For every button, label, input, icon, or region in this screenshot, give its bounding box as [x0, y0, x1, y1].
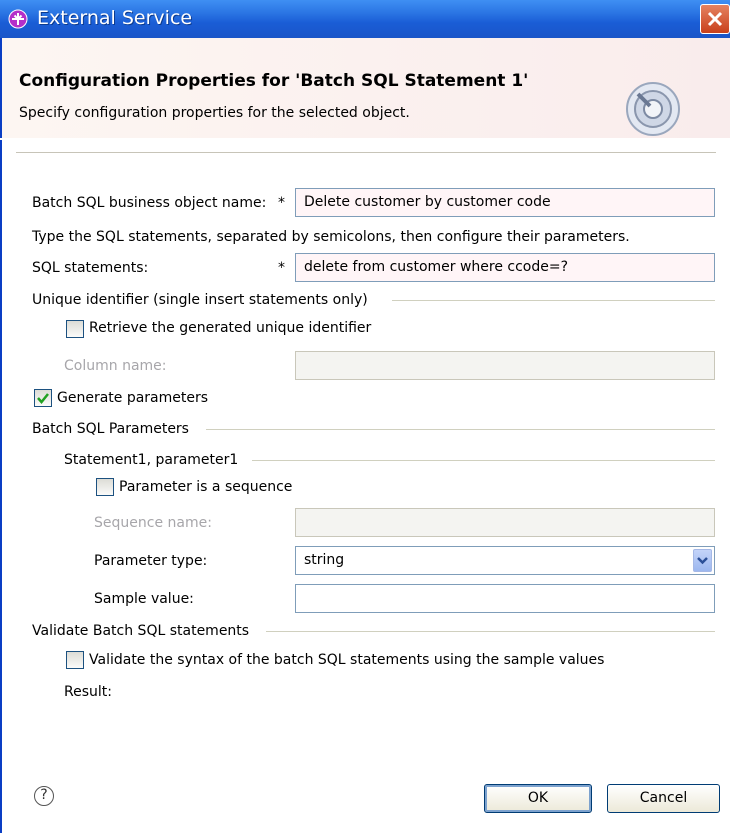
- generate-parameters-label[interactable]: Generate parameters: [57, 390, 208, 406]
- parameter-sequence-label[interactable]: Parameter is a sequence: [119, 479, 292, 495]
- group-divider: [266, 631, 715, 632]
- banner-separator: [16, 152, 716, 153]
- sql-statements-field[interactable]: delete from customer where ccode=?: [295, 253, 715, 282]
- result-label: Result:: [64, 684, 112, 700]
- column-name-label: Column name:: [64, 358, 167, 374]
- dropdown-button[interactable]: [693, 549, 712, 572]
- group-divider: [252, 460, 715, 461]
- generate-parameters-checkbox[interactable]: [34, 389, 52, 407]
- checkmark-icon: [37, 393, 49, 404]
- sample-value-label: Sample value:: [94, 591, 194, 607]
- banner-title: Configuration Properties for 'Batch SQL …: [19, 71, 529, 91]
- chevron-down-icon: [697, 557, 708, 565]
- column-name-field: [295, 351, 715, 380]
- instructions-text: Type the SQL statements, separated by se…: [32, 229, 630, 245]
- close-button[interactable]: [700, 4, 730, 34]
- statement-parameter-group-label: Statement1, parameter1: [64, 452, 239, 468]
- retrieve-identifier-checkbox[interactable]: [66, 320, 84, 338]
- group-divider: [392, 300, 715, 301]
- group-divider: [206, 429, 715, 430]
- required-marker: *: [278, 260, 285, 276]
- unique-identifier-group-label: Unique identifier (single insert stateme…: [32, 292, 368, 308]
- title-bar: External Service: [0, 0, 730, 38]
- validate-syntax-checkbox[interactable]: [66, 651, 84, 669]
- parameter-type-value: string: [304, 552, 345, 568]
- sql-statements-label: SQL statements:: [32, 260, 149, 276]
- retrieve-identifier-label[interactable]: Retrieve the generated unique identifier: [89, 320, 371, 336]
- banner-description: Specify configuration properties for the…: [19, 105, 410, 121]
- sequence-name-field: [295, 508, 715, 537]
- batch-sql-parameters-group-label: Batch SQL Parameters: [32, 421, 189, 437]
- validate-group-label: Validate Batch SQL statements: [32, 623, 250, 639]
- help-icon[interactable]: ?: [34, 786, 54, 806]
- cancel-button[interactable]: Cancel: [607, 784, 720, 813]
- bo-name-field[interactable]: Delete customer by customer code: [295, 188, 715, 217]
- sample-value-field[interactable]: [295, 584, 715, 613]
- parameter-type-label: Parameter type:: [94, 553, 208, 569]
- required-marker: *: [278, 195, 285, 211]
- external-service-icon: [8, 9, 28, 29]
- parameter-sequence-checkbox[interactable]: [96, 478, 114, 496]
- window-title: External Service: [37, 7, 193, 29]
- parameter-type-select[interactable]: string: [295, 546, 715, 575]
- close-icon: [707, 11, 723, 27]
- header-banner: Configuration Properties for 'Batch SQL …: [0, 38, 730, 138]
- wizard-gear-icon: [626, 82, 680, 136]
- sequence-name-label: Sequence name:: [94, 515, 212, 531]
- validate-syntax-label[interactable]: Validate the syntax of the batch SQL sta…: [89, 652, 604, 668]
- ok-button[interactable]: OK: [484, 784, 592, 813]
- bo-name-label: Batch SQL business object name:: [32, 195, 267, 211]
